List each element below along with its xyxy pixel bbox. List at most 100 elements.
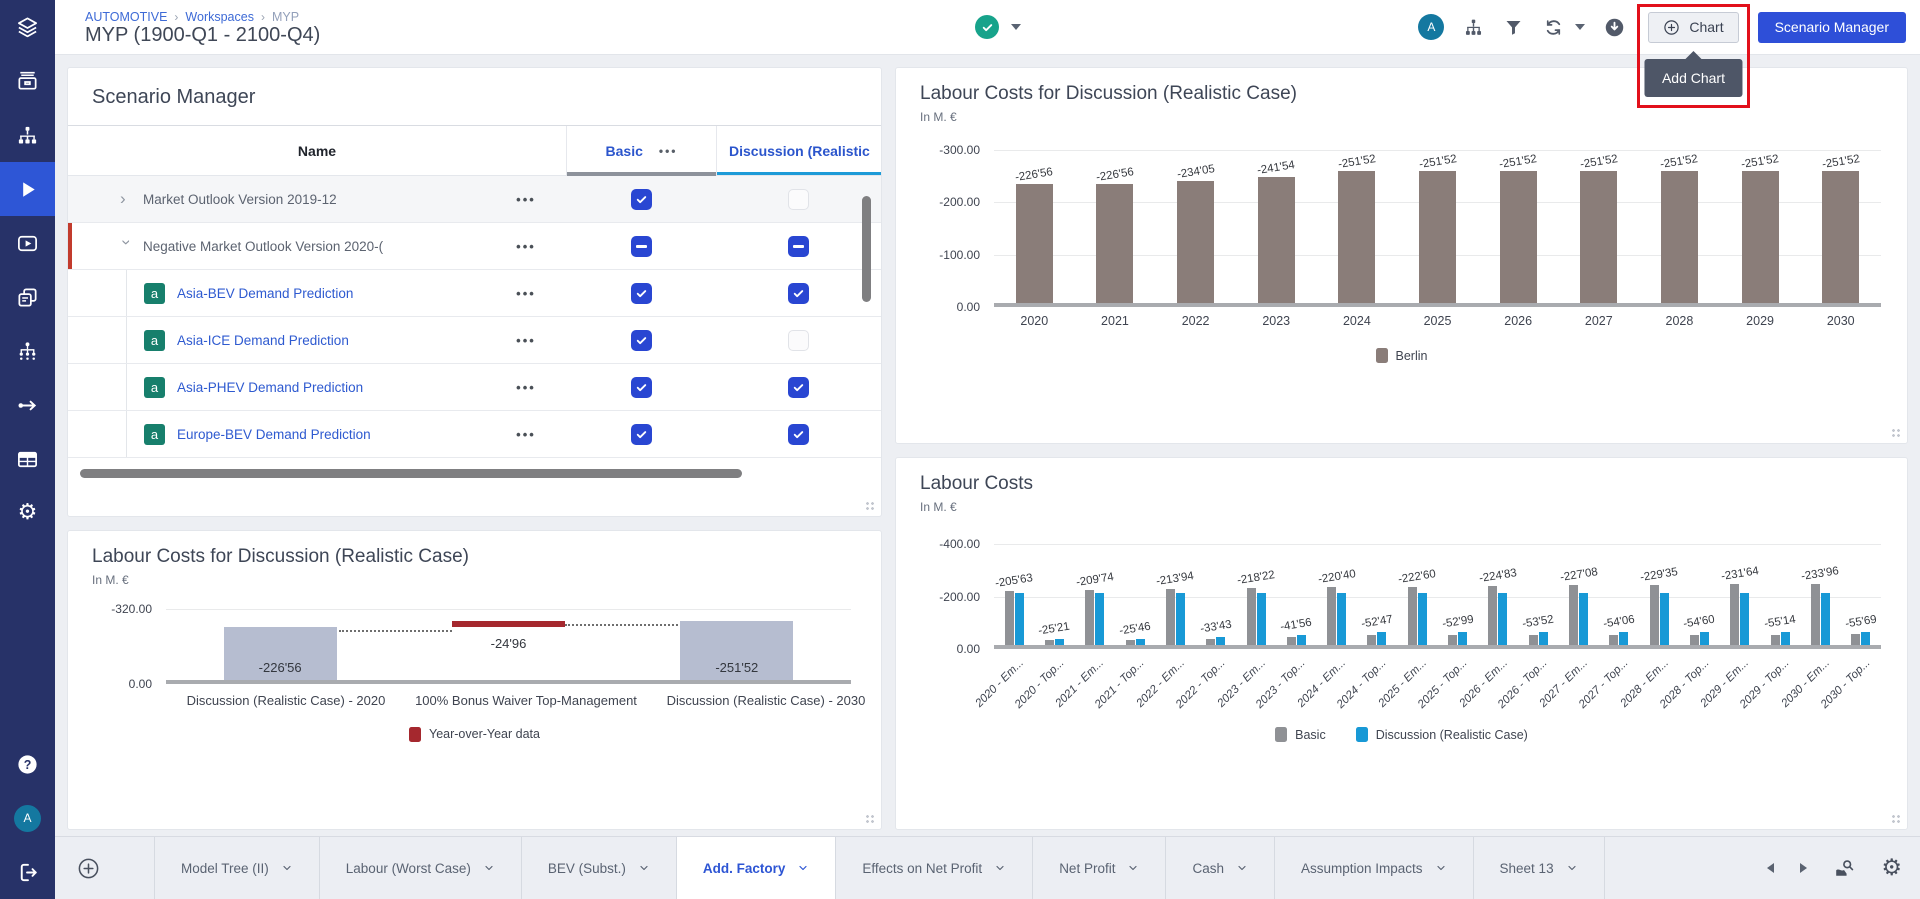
tab-assumption-impacts[interactable]: Assumption Impacts [1275,837,1474,899]
plus-circle-icon[interactable] [77,857,100,880]
legend-item[interactable]: Berlin [1376,348,1428,363]
scenario-name[interactable]: Negative Market Outlook Version 2020-( [143,239,383,254]
main-area: AUTOMOTIVE › Workspaces › MYP MYP (1900-… [55,0,1920,899]
bar-slot: -226'56 [1075,150,1156,303]
tab-effects-on-net-profit[interactable]: Effects on Net Profit [836,837,1033,899]
x-tick: 2020 - Top... [1034,649,1074,715]
help-icon[interactable]: ? [0,737,55,791]
bar-value-label: -226'56 [1095,167,1134,185]
x-tick-label: 2028 [1639,314,1720,328]
workspace-status[interactable] [975,15,1021,39]
sheet-search-icon[interactable] [1833,857,1855,879]
download-icon[interactable] [1604,17,1625,38]
video-play-icon[interactable] [0,216,55,270]
panel-resize-grip[interactable] [1891,814,1901,824]
horizontal-scrollbar-thumb[interactable] [80,469,742,478]
sidebar-item-simulation[interactable] [0,162,55,216]
network-tree-icon[interactable] [0,324,55,378]
assumption-link[interactable]: Asia-BEV Demand Prediction [177,286,353,301]
tab-cash[interactable]: Cash [1166,837,1275,899]
column-header-discussion[interactable]: Discussion (Realistic [716,126,881,175]
basic-checkbox-checked[interactable] [631,377,652,398]
next-sheet-icon[interactable] [1800,863,1807,873]
row-menu-dots[interactable]: ••• [486,380,566,395]
discussion-checkbox-checked[interactable] [788,283,809,304]
panel-resize-grip[interactable] [865,814,875,824]
scenario-manager-button[interactable]: Scenario Manager [1758,12,1906,43]
table-row[interactable]: aAsia-BEV Demand Prediction••• [68,270,881,317]
basic-checkbox-checked[interactable] [631,283,652,304]
row-menu-dots[interactable]: ••• [486,239,566,254]
scenario-name[interactable]: Market Outlook Version 2019-12 [143,192,337,207]
chevron-down-icon[interactable]: › [117,240,137,253]
avatar: A [14,805,41,832]
logout-icon[interactable] [0,845,55,899]
waterfall-chart-panel: Labour Costs for Discussion (Realistic C… [67,530,882,830]
table-row[interactable]: › Market Outlook Version 2019-12 ••• [68,176,881,223]
legend-item[interactable]: Basic [1275,727,1326,742]
panel-resize-grip[interactable] [1891,428,1901,438]
basic-checkbox-checked[interactable] [631,189,652,210]
chevron-right-icon[interactable]: › [120,189,133,209]
data-table-icon[interactable] [0,432,55,486]
table-row[interactable]: aAsia-ICE Demand Prediction••• [68,317,881,364]
filter-icon[interactable] [1503,17,1524,38]
layers-logo-icon[interactable] [0,0,55,54]
chevron-down-icon[interactable] [1575,24,1585,35]
sitemap-icon[interactable] [1463,17,1484,38]
add-sheet-area [55,837,155,899]
basic-checkbox-checked[interactable] [631,424,652,445]
bar-value-label: -251'52 [1337,153,1376,171]
tab-labour-worst-case-[interactable]: Labour (Worst Case) [320,837,522,899]
table-row[interactable]: aAsia-PHEV Demand Prediction••• [68,364,881,411]
basic-checkbox-indeterminate[interactable] [631,236,652,257]
row-menu-dots[interactable]: ••• [486,286,566,301]
breadcrumb-item[interactable]: AUTOMOTIVE [85,10,167,24]
bar [1258,177,1295,303]
breadcrumb-item-current[interactable]: MYP [272,10,299,24]
assumption-link[interactable]: Asia-PHEV Demand Prediction [177,380,363,395]
discussion-bar [1377,632,1386,645]
tab-model-tree-ii-[interactable]: Model Tree (II) [155,837,320,899]
legend-item[interactable]: Discussion (Realistic Case) [1356,727,1528,742]
table-row[interactable]: › Negative Market Outlook Version 2020-( •… [68,223,881,270]
avatar[interactable]: A [1418,14,1444,40]
share-arrow-icon[interactable] [0,378,55,432]
table-row[interactable]: aEurope-BEV Demand Prediction••• [68,411,881,458]
prev-sheet-icon[interactable] [1767,863,1774,873]
column-header-basic[interactable]: Basic ••• [566,126,716,175]
svg-text:?: ? [24,757,32,771]
tab-add-factory[interactable]: Add. Factory [677,837,837,899]
basic-checkbox-checked[interactable] [631,330,652,351]
sitemap-icon[interactable] [0,108,55,162]
copy-pages-icon[interactable] [0,270,55,324]
discussion-checkbox-checked[interactable] [788,377,809,398]
settings-gear-icon[interactable]: ⚙ [0,486,55,540]
chevron-down-icon [1127,862,1139,874]
panel-resize-grip[interactable] [865,501,875,511]
assumption-link[interactable]: Asia-ICE Demand Prediction [177,333,349,348]
header: AUTOMOTIVE › Workspaces › MYP MYP (1900-… [55,0,1920,55]
dotted-connector [339,630,452,632]
tab-bev-subst-[interactable]: BEV (Subst.) [522,837,677,899]
row-menu-dots[interactable]: ••• [486,333,566,348]
discussion-checkbox-unchecked[interactable] [788,189,809,210]
tab-net-profit[interactable]: Net Profit [1033,837,1166,899]
refresh-icon[interactable] [1543,17,1564,38]
settings-gear-icon[interactable]: ⚙ [1881,857,1902,880]
add-chart-button[interactable]: Chart [1648,12,1738,43]
discussion-checkbox-checked[interactable] [788,424,809,445]
row-menu-dots[interactable]: ••• [486,427,566,442]
chevron-down-icon[interactable] [1011,24,1021,35]
legend-item[interactable]: Year-over-Year data [409,727,540,742]
row-menu-dots[interactable]: ••• [486,192,566,207]
tab-sheet-13[interactable]: Sheet 13 [1474,837,1605,899]
assumption-link[interactable]: Europe-BEV Demand Prediction [177,427,371,442]
column-menu-dots[interactable]: ••• [659,144,678,158]
archive-icon[interactable] [0,54,55,108]
discussion-checkbox-indeterminate[interactable] [788,236,809,257]
sidebar-avatar[interactable]: A [0,791,55,845]
breadcrumb-item[interactable]: Workspaces [185,10,254,24]
vertical-scrollbar-thumb[interactable] [862,196,871,302]
discussion-checkbox-unchecked[interactable] [788,330,809,351]
